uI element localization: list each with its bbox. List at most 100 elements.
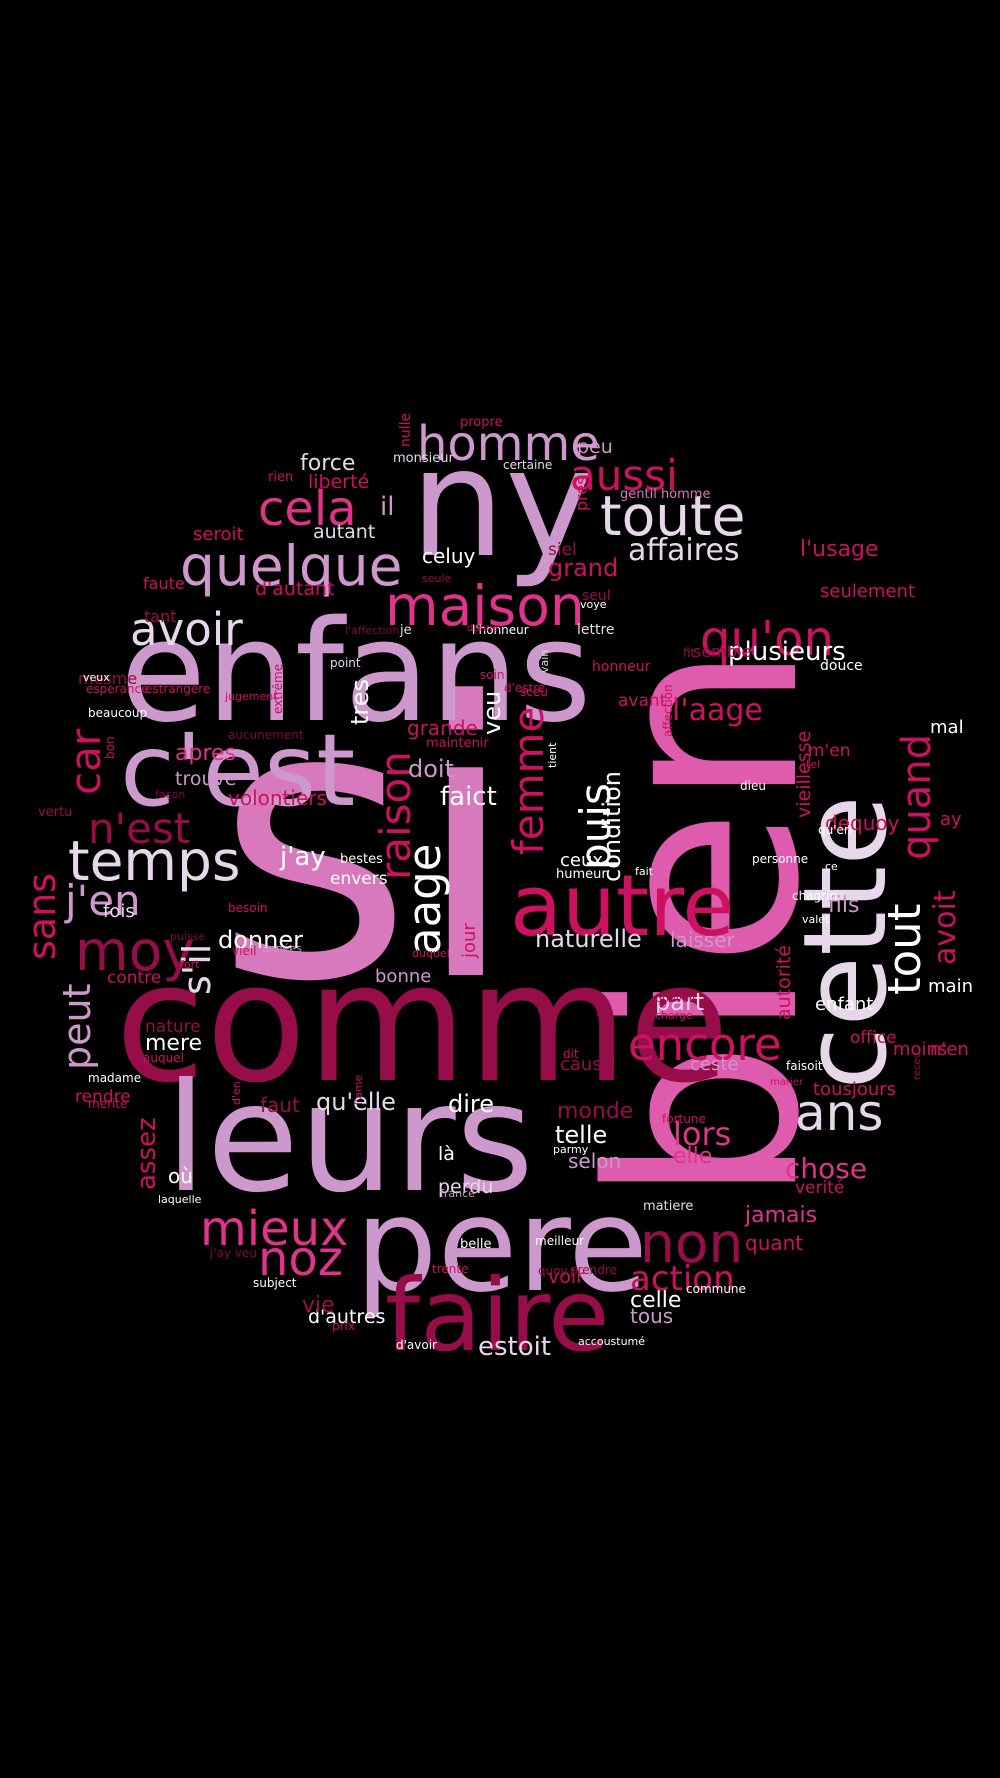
word-d-autant: d'autant xyxy=(255,578,335,600)
word-vain: vain xyxy=(538,650,551,673)
word-l-usage: l'usage xyxy=(800,537,879,562)
word-ay: ay xyxy=(940,809,962,830)
word-vieil: vieil xyxy=(232,944,257,958)
word-parmy: parmy xyxy=(553,1143,589,1156)
word-je: je xyxy=(399,623,412,638)
word-prix: prix xyxy=(332,1319,355,1333)
word-nulle: nulle xyxy=(398,413,414,447)
word-lettre: lettre xyxy=(577,622,615,638)
word-quant: quant xyxy=(745,1231,803,1255)
word-rien: rien xyxy=(268,470,293,485)
word-cloud: si biencommeenfanscetteleursnyperec'estfa… xyxy=(0,0,1000,1778)
word-tout: tout xyxy=(878,904,931,995)
word-contre: contre xyxy=(107,968,161,988)
word-puisse: puisse xyxy=(170,930,205,943)
word-seule: seule xyxy=(422,572,452,585)
word-estoit: estoit xyxy=(478,1332,551,1362)
word-fit: fit xyxy=(683,646,696,660)
word-d-avoir: d'avoir xyxy=(396,1338,437,1352)
word-aucunement: aucunement xyxy=(228,728,304,742)
word-autorité: autorité xyxy=(773,945,795,1020)
word-faut: faut xyxy=(260,1093,300,1117)
word-nature: nature xyxy=(145,1017,201,1037)
word-mal: mal xyxy=(930,717,964,738)
word-madame: madame xyxy=(88,1071,141,1085)
word-l-ame: l'ame xyxy=(352,1074,365,1105)
word-prendre: prendre xyxy=(570,1263,617,1277)
word-naturelle: naturelle xyxy=(535,925,642,953)
word-avant: avant xyxy=(618,691,667,711)
word-receu: receu xyxy=(912,1052,923,1080)
word-fortune: fortune xyxy=(662,1112,706,1126)
word-maintenir: maintenir xyxy=(426,736,489,751)
word-siel: siel xyxy=(548,540,577,560)
word-esperance: esperance xyxy=(86,682,149,696)
word-honneur: honneur xyxy=(592,659,651,675)
word-vertu: vertu xyxy=(38,805,72,820)
word-trente: trente xyxy=(432,1262,468,1276)
word-humeur: humeur xyxy=(556,867,607,882)
word-fait: fait xyxy=(635,865,654,878)
word-d-estre: d'estre xyxy=(504,681,545,695)
word-liberté: liberté xyxy=(308,471,369,493)
word-j-ay-veu: j'ay veu xyxy=(209,1246,257,1260)
word-belle: belle xyxy=(460,1237,491,1252)
word-tant: tant xyxy=(144,607,177,626)
word-pouvoit: pouvoit xyxy=(655,992,697,1005)
word-n-en: n'en xyxy=(930,1039,969,1060)
word-jamais: jamais xyxy=(744,1203,817,1228)
word-auquel: auquel xyxy=(143,1051,184,1065)
word-duquel: duquel xyxy=(412,947,450,960)
word-soin: soin xyxy=(480,668,505,682)
word-point: point xyxy=(330,656,361,670)
word-estrangere: estrangere xyxy=(145,682,210,696)
word-autant: autant xyxy=(313,521,375,543)
word-office: office xyxy=(850,1028,897,1048)
word-celuy: celuy xyxy=(422,544,476,568)
word-peut: peut xyxy=(55,984,99,1070)
word-beaucoup: beaucoup xyxy=(88,706,147,720)
word-bestes: bestes xyxy=(340,852,383,867)
word-commune: commune xyxy=(686,1282,746,1296)
word-certaine: certaine xyxy=(503,458,552,472)
word-fort: fort xyxy=(180,958,200,971)
word-affection: affection xyxy=(661,684,675,737)
word-jour: jour xyxy=(459,923,480,959)
word-matiere: matiere xyxy=(643,1199,693,1214)
word-peu: peu xyxy=(577,436,613,458)
word-valet: valet xyxy=(802,913,830,926)
word-avoit: avoit xyxy=(928,890,963,965)
word-monde: monde xyxy=(557,1099,633,1124)
word-affaires: affaires xyxy=(628,533,740,568)
word-voye: voye xyxy=(580,598,607,611)
word-l-affection: l'affection xyxy=(345,624,399,637)
word-laquelle: laquelle xyxy=(158,1193,202,1206)
word-merite: merite xyxy=(88,1097,127,1111)
word-laisser: laisser xyxy=(670,928,736,952)
word-où: où xyxy=(168,1164,193,1188)
word-ce: ce xyxy=(825,860,838,873)
word-faict: faict xyxy=(440,782,497,812)
word-besoin: besoin xyxy=(228,901,268,915)
word-marier: marier xyxy=(770,1077,804,1088)
word-veux: veux xyxy=(83,671,110,684)
word-tient: tient xyxy=(546,742,559,768)
word-quand: quand xyxy=(894,734,940,860)
word-elle: elle xyxy=(673,1144,712,1169)
word-envers: envers xyxy=(330,869,388,889)
word-dit: dit xyxy=(563,1047,579,1061)
word-femme: femme xyxy=(504,707,553,855)
word-sans: sans xyxy=(20,873,64,960)
word-pres: pres xyxy=(572,476,591,511)
word-là: là xyxy=(438,1143,455,1165)
word-l-aage: l'aage xyxy=(672,693,763,728)
word-d-en: d'en xyxy=(230,1081,243,1105)
word-seroit: seroit xyxy=(193,524,244,545)
word-donne: donne xyxy=(467,623,498,634)
word-france: france xyxy=(440,1187,475,1200)
word-qu-en: qu'en xyxy=(818,823,852,837)
word-semble: semble xyxy=(693,642,751,661)
word-volontiers: volontiers xyxy=(228,786,327,810)
word-tousjours: tousjours xyxy=(813,1079,896,1100)
word-apres: apres xyxy=(175,741,236,766)
